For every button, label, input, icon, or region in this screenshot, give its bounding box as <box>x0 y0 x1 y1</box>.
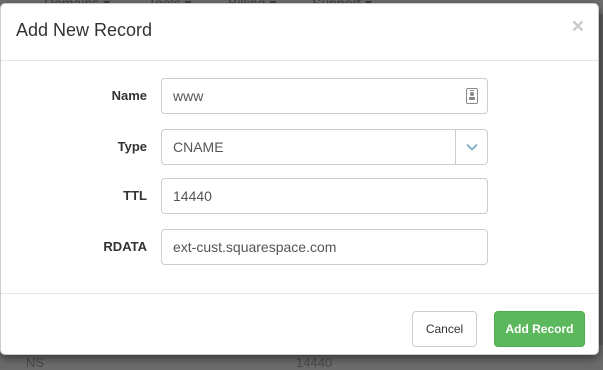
name-input-value: www <box>173 88 204 104</box>
background-cell-ttl: 14440 <box>296 355 333 370</box>
add-record-button[interactable]: Add Record <box>494 311 585 347</box>
ttl-input[interactable]: 14440 <box>161 178 488 214</box>
chevron-down-icon <box>465 143 478 151</box>
ttl-input-value: 14440 <box>173 188 212 204</box>
name-label: Name <box>111 88 147 103</box>
type-label: Type <box>117 139 147 154</box>
modal-body: Name www Type CNAME TTL 14440 RDATA ext-… <box>1 61 598 293</box>
rdata-label: RDATA <box>103 239 147 254</box>
form-row-rdata: RDATA ext-cust.squarespace.com <box>1 229 598 265</box>
contact-card-icon[interactable] <box>465 88 479 104</box>
add-record-modal: Add New Record × Name www Type CNAME TTL… <box>0 3 599 355</box>
rdata-input-value: ext-cust.squarespace.com <box>173 239 337 255</box>
type-select[interactable]: CNAME <box>161 129 488 165</box>
cancel-button[interactable]: Cancel <box>412 311 477 347</box>
close-icon[interactable]: × <box>572 16 584 37</box>
modal-header: Add New Record × <box>1 4 598 61</box>
form-row-ttl: TTL 14440 <box>1 178 598 214</box>
name-input[interactable]: www <box>161 78 488 114</box>
background-panel <box>599 14 603 361</box>
rdata-input[interactable]: ext-cust.squarespace.com <box>161 229 488 265</box>
modal-title: Add New Record <box>16 20 153 40</box>
ttl-label: TTL <box>123 188 147 203</box>
form-row-type: Type CNAME <box>1 129 598 165</box>
background-cell-type: NS <box>26 355 45 370</box>
modal-footer: Cancel Add Record <box>1 293 598 355</box>
select-toggle[interactable] <box>456 130 487 164</box>
type-select-value: CNAME <box>173 139 224 155</box>
form-row-name: Name www <box>1 78 598 114</box>
